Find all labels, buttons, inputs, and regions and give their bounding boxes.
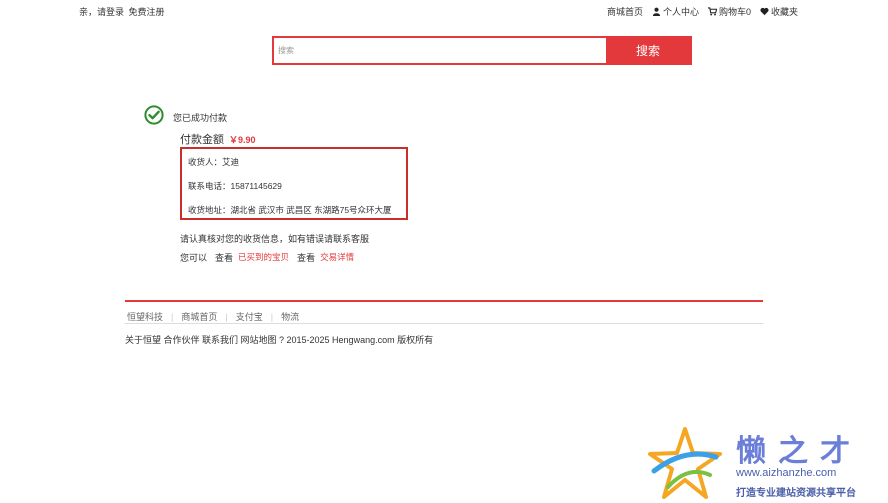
check-circle-icon bbox=[144, 105, 164, 125]
follow-up-links: 您可以 查看 已买到的宝贝 查看 交易详情 bbox=[180, 251, 354, 264]
star-logo-icon bbox=[648, 427, 722, 499]
login-link[interactable]: 亲，请登录 bbox=[79, 7, 124, 17]
receiver-phone: 联系电话：15871145629 bbox=[188, 181, 282, 191]
footer-separator: | bbox=[225, 311, 228, 322]
verify-notice: 请认真核对您的收货信息，如有错误请联系客服 bbox=[180, 234, 370, 244]
nav-favorites-link[interactable]: 收藏夹 bbox=[760, 5, 798, 18]
watermark-url: www.aizhanzhe.com bbox=[736, 467, 837, 479]
transaction-details-link[interactable]: 交易详情 bbox=[320, 251, 354, 264]
footer-nav: 恒望科技 | 商城首页 | 支付宝 | 物流 bbox=[127, 310, 299, 323]
success-message: 您已成功付款 bbox=[173, 113, 228, 123]
search-bar: 搜索 bbox=[272, 36, 692, 65]
payment-amount: 付款金额 ￥9.90 bbox=[180, 131, 256, 147]
search-input[interactable] bbox=[274, 38, 606, 63]
register-link[interactable]: 免费注册 bbox=[129, 7, 165, 17]
nav-profile-label: 个人中心 bbox=[662, 7, 699, 17]
user-icon bbox=[652, 7, 661, 16]
shipping-info-box: 收货人：艾迪 联系电话：15871145629 收货地址：湖北省 武汉市 武昌区… bbox=[180, 147, 408, 220]
watermark-slogan: 打造专业建站资源共享平台 bbox=[736, 488, 856, 499]
nav-home-label: 商城首页 bbox=[606, 7, 643, 17]
footer-link-logistics[interactable]: 物流 bbox=[281, 310, 299, 323]
top-bar: 亲，请登录 免费注册 商城首页 个人中心 购物车0 收藏夹 bbox=[0, 0, 888, 22]
footer-thin-divider bbox=[125, 323, 763, 324]
receiver-address: 收货地址：湖北省 武汉市 武昌区 东湖路75号众环大厦 bbox=[188, 205, 392, 215]
footer-link-home[interactable]: 商城首页 bbox=[181, 310, 217, 323]
login-area: 亲，请登录 免费注册 bbox=[79, 5, 165, 18]
amount-label: 付款金额 bbox=[180, 134, 224, 146]
nav-favorites-label: 收藏夹 bbox=[770, 7, 798, 17]
watermark-title: 懒之才 bbox=[736, 434, 862, 469]
nav-home-link[interactable]: 商城首页 bbox=[607, 5, 643, 18]
footer-divider bbox=[125, 300, 763, 302]
nav-cart-link[interactable]: 购物车0 bbox=[707, 5, 751, 18]
copyright-text: 关于恒望 合作伙伴 联系我们 网站地图 ? 2015-2025 Hengwang… bbox=[125, 335, 434, 345]
top-nav: 商城首页 个人中心 购物车0 收藏夹 bbox=[607, 5, 798, 18]
you-can-label: 您可以 bbox=[180, 253, 208, 263]
amount-value: ￥9.90 bbox=[229, 135, 256, 145]
footer-link-company[interactable]: 恒望科技 bbox=[127, 310, 163, 323]
search-button[interactable]: 搜索 bbox=[606, 38, 690, 63]
nav-profile-link[interactable]: 个人中心 bbox=[652, 5, 699, 18]
cart-icon bbox=[707, 7, 717, 16]
view-label-2: 查看 bbox=[297, 253, 316, 263]
view-label-1: 查看 bbox=[215, 253, 234, 263]
watermark: 懒之才 www.aizhanzhe.com 打造专业建站资源共享平台 bbox=[648, 425, 888, 503]
footer-separator: | bbox=[270, 311, 274, 322]
nav-cart-label: 购物车0 bbox=[718, 7, 751, 17]
heart-icon bbox=[760, 7, 769, 16]
receiver-name: 收货人：艾迪 bbox=[188, 157, 240, 167]
purchased-items-link[interactable]: 已买到的宝贝 bbox=[238, 251, 289, 264]
footer-separator: | bbox=[171, 311, 174, 322]
footer-link-alipay[interactable]: 支付宝 bbox=[236, 310, 263, 323]
